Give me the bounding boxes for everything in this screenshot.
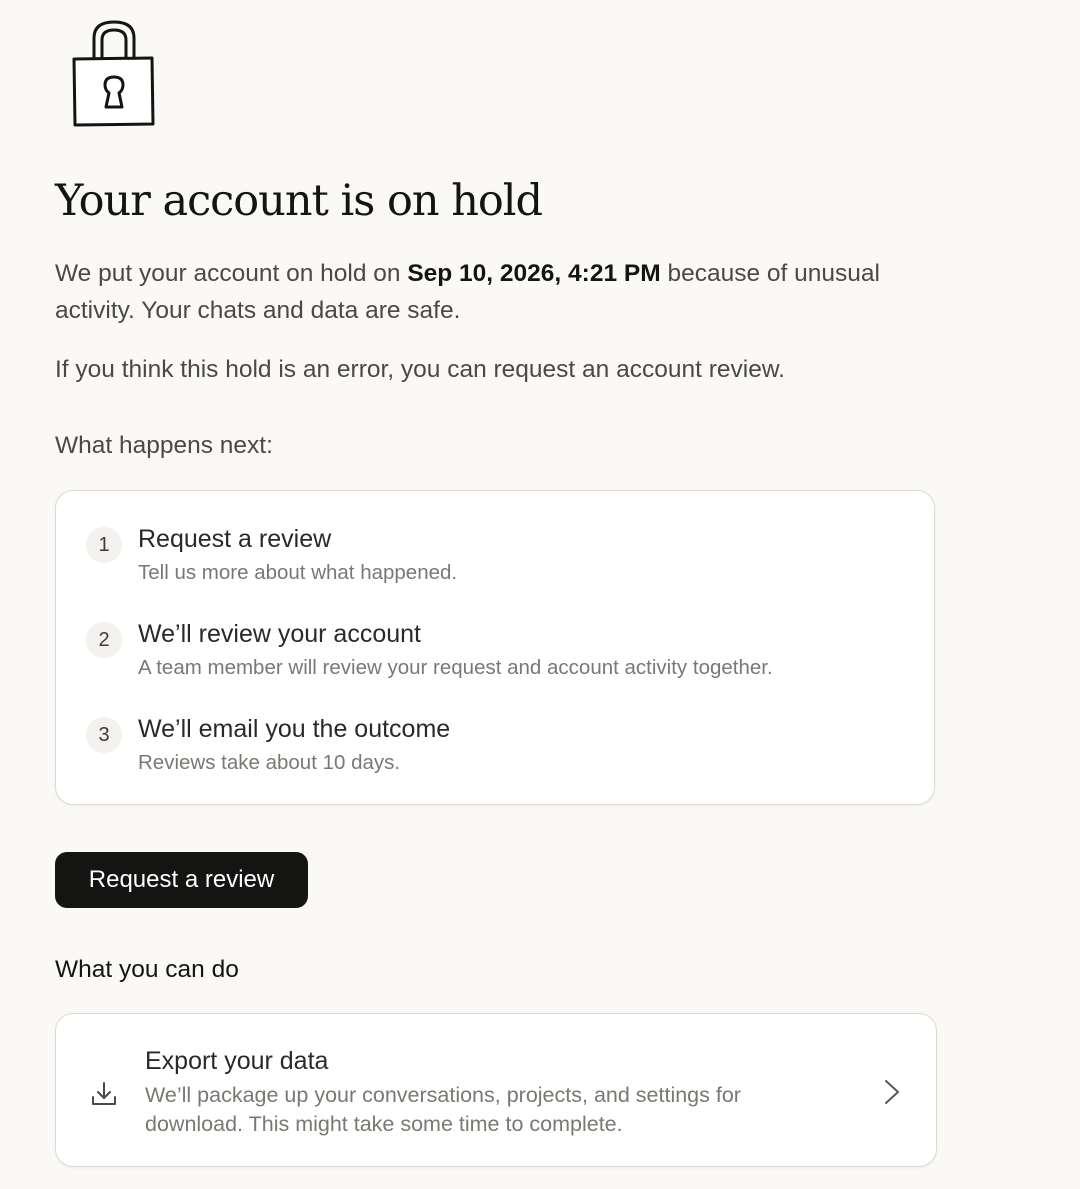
download-icon: [92, 1082, 116, 1105]
steps-card: 1 Request a review Tell us more about wh…: [55, 490, 935, 805]
chevron-right-icon: [885, 1080, 899, 1104]
what-you-can-do-heading: What you can do: [55, 956, 239, 983]
step-description: Tell us more about what happened.: [138, 561, 458, 584]
step-description: Reviews take about 10 days.: [138, 751, 401, 774]
step-number: 1: [86, 527, 122, 563]
hold-description-prefix: We put your account on hold on: [55, 260, 408, 287]
step-title: We’ll review your account: [138, 620, 421, 648]
hold-description: We put your account on hold on Sep 10, 2…: [55, 255, 885, 329]
page-title: Your account is on hold: [55, 176, 543, 226]
hold-date: Sep 10, 2026, 4:21 PM: [407, 260, 661, 287]
step-title: Request a review: [138, 525, 332, 553]
export-data-card[interactable]: Export your data We’ll package up your c…: [55, 1013, 937, 1167]
next-steps-heading: What happens next:: [55, 432, 273, 459]
step-description: A team member will review your request a…: [138, 656, 773, 679]
export-title: Export your data: [145, 1047, 329, 1075]
request-review-button[interactable]: Request a review: [55, 852, 308, 908]
export-description: We’ll package up your conversations, pro…: [145, 1083, 741, 1136]
step-number: 2: [86, 622, 122, 658]
step-title: We’ll email you the outcome: [138, 715, 451, 743]
error-review-text: If you think this hold is an error, you …: [55, 356, 785, 383]
lock-icon: [72, 20, 155, 127]
step-number: 3: [86, 717, 122, 753]
